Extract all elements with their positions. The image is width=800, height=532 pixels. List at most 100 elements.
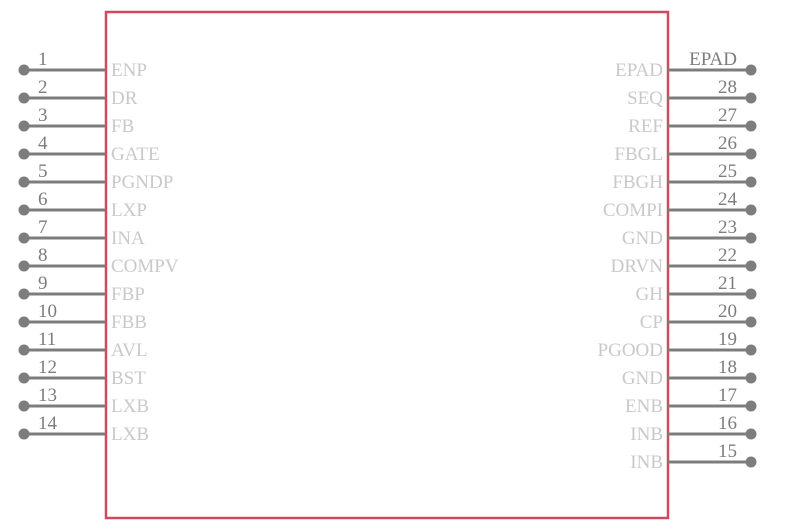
schematic-symbol-canvas: 1 ENP 2 DR 3 FB 4 GATE 5 PGNDP 6 LXP 7 INA 8 COMPV 9 FBP 1… — [0, 0, 800, 532]
pin-number-label: 15 — [718, 441, 737, 462]
pin-name-label: GND — [622, 228, 663, 249]
pin-terminal-dot[interactable] — [18, 260, 30, 272]
pin-terminal-dot[interactable] — [745, 372, 757, 384]
pin-terminal-dot[interactable] — [745, 400, 757, 412]
pin-right-20[interactable]: 20 CP — [640, 301, 757, 333]
pin-number-label: 3 — [38, 105, 48, 126]
pin-name-label: FBGL — [614, 144, 663, 165]
pin-number-label: 20 — [718, 301, 737, 322]
pin-terminal-dot[interactable] — [18, 232, 30, 244]
pin-terminal-dot[interactable] — [745, 316, 757, 328]
pin-right-28[interactable]: 28 SEQ — [627, 77, 757, 109]
pin-terminal-dot[interactable] — [18, 64, 30, 76]
pin-number-label: 10 — [38, 301, 57, 322]
pin-number-label: 18 — [718, 357, 737, 378]
symbol-drawing: 1 ENP 2 DR 3 FB 4 GATE 5 PGNDP 6 LXP 7 INA 8 COMPV 9 FBP 1… — [18, 10, 757, 520]
pin-number-label: 25 — [718, 161, 737, 182]
pin-terminal-dot[interactable] — [18, 372, 30, 384]
pin-terminal-dot[interactable] — [18, 148, 30, 160]
pin-name-label: GND — [622, 368, 663, 389]
pin-name-label: ENP — [111, 60, 147, 81]
pin-name-label: LXB — [111, 424, 149, 445]
pin-terminal-dot[interactable] — [745, 204, 757, 216]
pin-name-label: AVL — [111, 340, 148, 361]
pin-terminal-dot[interactable] — [18, 428, 30, 440]
pin-number-label: 4 — [38, 133, 48, 154]
pin-number-label: 12 — [38, 357, 57, 378]
pin-terminal-dot[interactable] — [745, 456, 757, 468]
pin-name-label: FBB — [111, 312, 147, 333]
pin-number-label: 13 — [38, 385, 57, 406]
pin-number-label: 11 — [38, 329, 56, 350]
pin-name-label: CP — [640, 312, 663, 333]
pin-name-label: INA — [111, 228, 145, 249]
pin-name-label: PGNDP — [111, 172, 173, 193]
pin-name-label: GATE — [111, 144, 160, 165]
pin-right-21[interactable]: 21 GH — [636, 273, 757, 305]
pin-terminal-dot[interactable] — [18, 344, 30, 356]
pin-terminal-dot[interactable] — [745, 92, 757, 104]
pin-number-label: 26 — [718, 133, 737, 154]
pin-terminal-dot[interactable] — [18, 120, 30, 132]
pin-left-3[interactable]: 3 FB — [18, 105, 135, 137]
pin-name-label: FBP — [111, 284, 145, 305]
pin-terminal-dot[interactable] — [745, 176, 757, 188]
pin-number-label: 24 — [718, 189, 738, 210]
pin-number-label: 23 — [718, 217, 737, 238]
pin-terminal-dot[interactable] — [745, 148, 757, 160]
pin-left-2[interactable]: 2 DR — [18, 77, 138, 109]
pin-number-label: 6 — [38, 189, 48, 210]
pin-name-label: COMPV — [111, 256, 179, 277]
pin-terminal-dot[interactable] — [745, 232, 757, 244]
pin-name-label: FBGH — [612, 172, 663, 193]
pin-right-27[interactable]: 27 REF — [628, 105, 757, 137]
left-pin-group: 1 ENP 2 DR 3 FB 4 GATE 5 PGNDP 6 LXP 7 INA 8 COMPV 9 FBP 1… — [18, 49, 179, 445]
pin-terminal-dot[interactable] — [18, 400, 30, 412]
pin-number-label: 2 — [38, 77, 48, 98]
pin-terminal-dot[interactable] — [745, 260, 757, 272]
pin-number-label: 9 — [38, 273, 48, 294]
pin-number-label: 1 — [38, 49, 48, 70]
pin-number-label: 19 — [718, 329, 737, 350]
pin-number-label: 22 — [718, 245, 737, 266]
pin-number-label: 16 — [718, 413, 737, 434]
pin-name-label: INB — [630, 424, 663, 445]
pin-right-15[interactable]: 15 INB — [630, 441, 757, 473]
pin-right-16[interactable]: 16 INB — [630, 413, 757, 445]
pin-number-label: 5 — [38, 161, 48, 182]
pin-number-label: 7 — [38, 217, 48, 238]
pin-number-label: 14 — [38, 413, 58, 434]
pin-number-label: 17 — [718, 385, 737, 406]
pin-terminal-dot[interactable] — [18, 204, 30, 216]
pin-terminal-dot[interactable] — [18, 176, 30, 188]
pin-number-label: EPAD — [689, 49, 737, 70]
right-pin-group: EPAD EPAD 28 SEQ 27 REF 26 FBGL 25 FBGH 24 COMPI 23 G… — [598, 49, 757, 473]
pin-number-label: 8 — [38, 245, 48, 266]
pin-name-label: GH — [636, 284, 664, 305]
pin-name-label: LXB — [111, 396, 149, 417]
pin-terminal-dot[interactable] — [745, 288, 757, 300]
component-body-outline[interactable] — [104, 10, 670, 520]
pin-terminal-dot[interactable] — [745, 120, 757, 132]
pin-terminal-dot[interactable] — [745, 64, 757, 76]
pin-name-label: SEQ — [627, 88, 663, 109]
pin-name-label: EPAD — [615, 60, 663, 81]
pin-name-label: FB — [111, 116, 134, 137]
pin-number-label: 27 — [718, 105, 737, 126]
pin-terminal-dot[interactable] — [745, 428, 757, 440]
pin-name-label: INB — [630, 452, 663, 473]
pin-terminal-dot[interactable] — [18, 92, 30, 104]
pin-left-14[interactable]: 14 LXB — [18, 413, 150, 445]
pin-name-label: DR — [111, 88, 138, 109]
pin-name-label: LXP — [111, 200, 147, 221]
pin-terminal-dot[interactable] — [745, 344, 757, 356]
pin-name-label: ENB — [625, 396, 663, 417]
pin-name-label: DRVN — [611, 256, 664, 277]
pin-name-label: COMPI — [603, 200, 663, 221]
pin-name-label: BST — [111, 368, 146, 389]
pin-name-label: PGOOD — [598, 340, 663, 361]
pin-terminal-dot[interactable] — [18, 316, 30, 328]
pin-name-label: REF — [628, 116, 663, 137]
pin-terminal-dot[interactable] — [18, 288, 30, 300]
pin-number-label: 28 — [718, 77, 737, 98]
